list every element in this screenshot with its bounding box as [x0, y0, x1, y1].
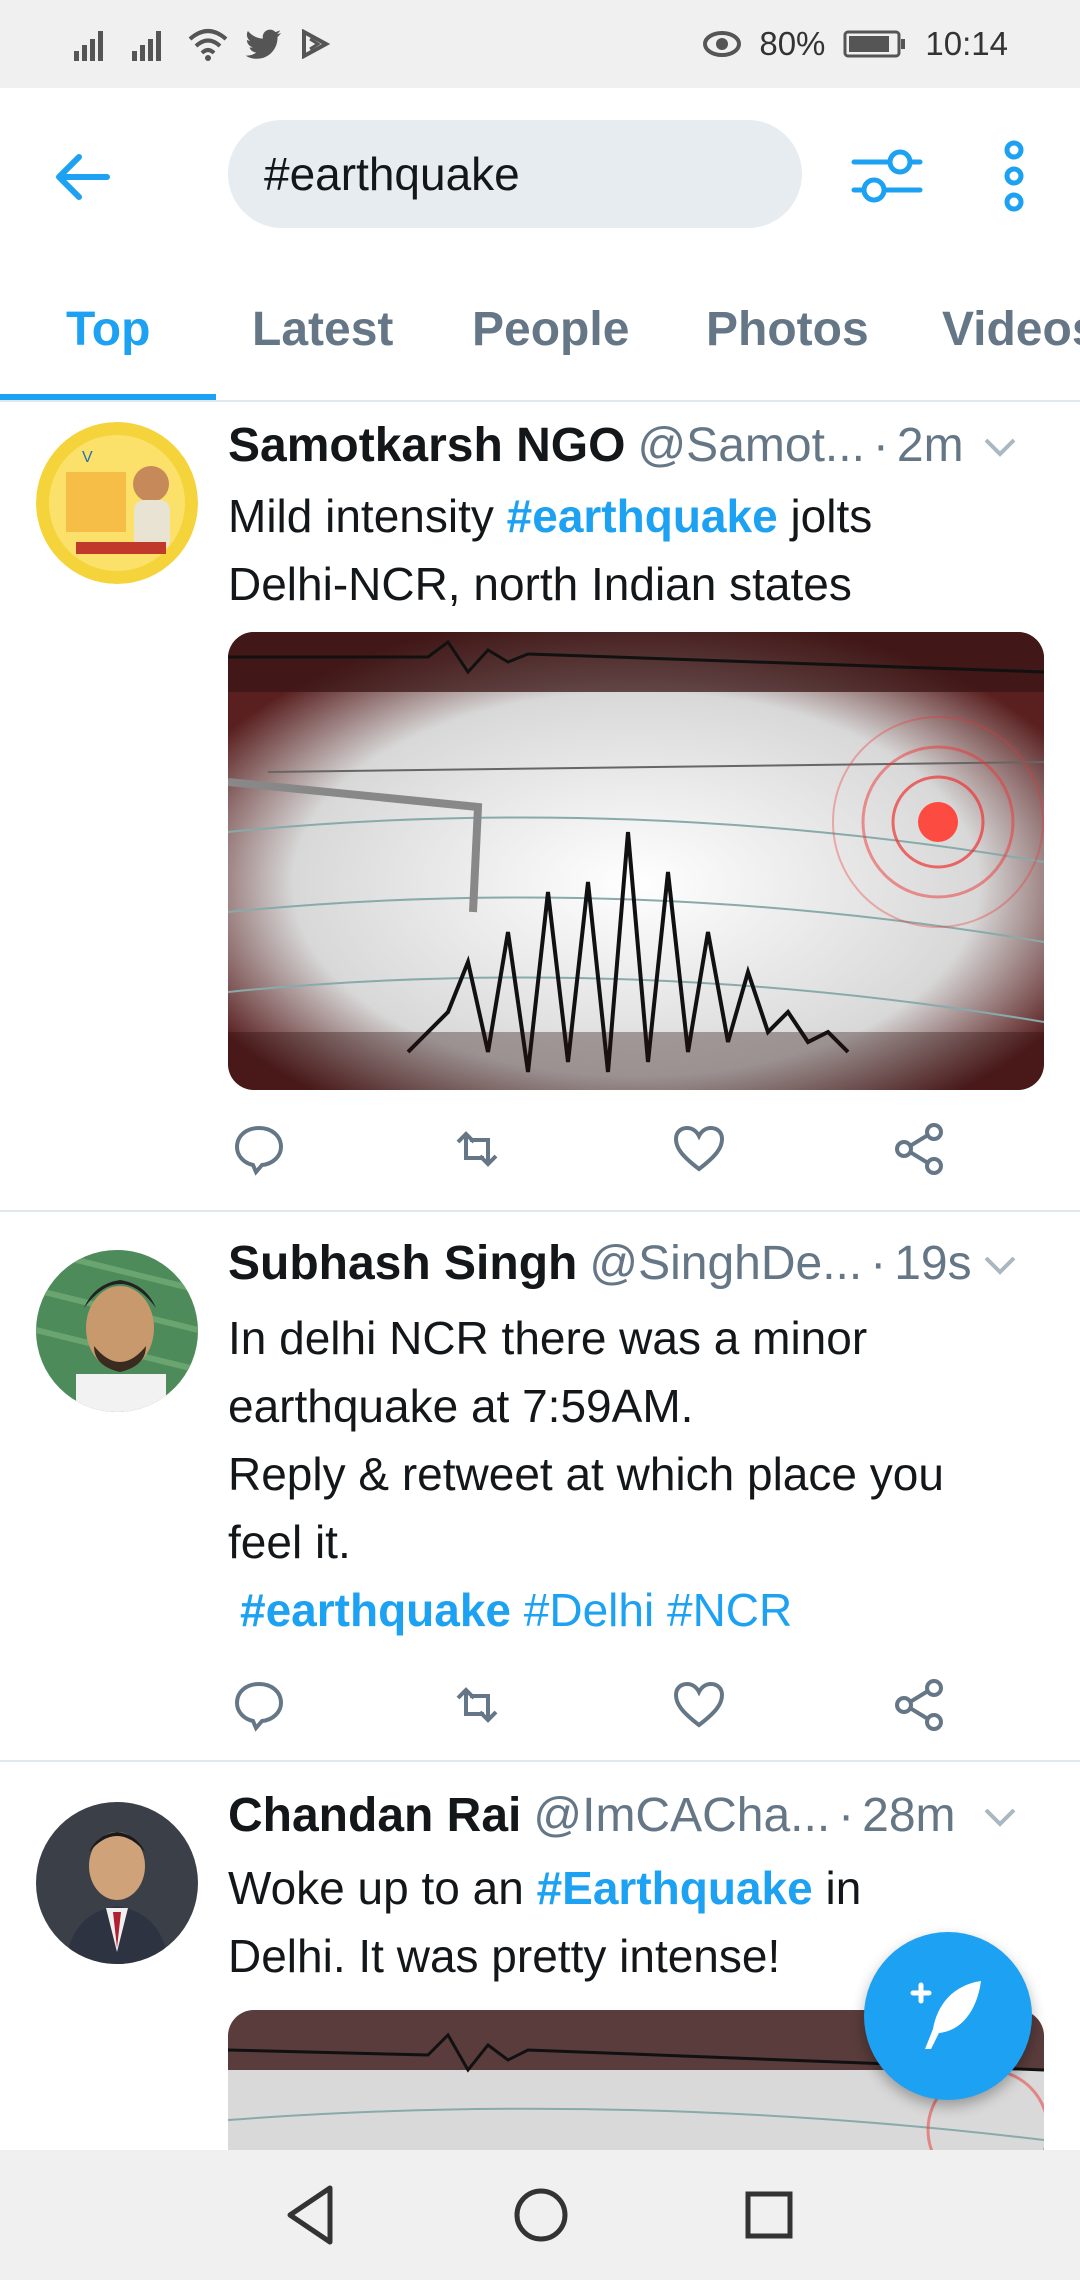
tweet-card[interactable]: Subhash Singh @SinghDe... · 19s In delhi…: [0, 1212, 1080, 1762]
status-right: 80% 10:14: [703, 25, 1008, 63]
tab-videos[interactable]: Videos: [942, 302, 1080, 357]
chevron-down-icon[interactable]: [980, 1250, 1020, 1280]
author-name[interactable]: Samotkarsh NGO: [228, 418, 625, 473]
tweet-time: 2m: [896, 419, 964, 472]
back-arrow-icon: [56, 154, 110, 200]
nav-home-icon[interactable]: [506, 2180, 576, 2250]
seismograph-image: [228, 632, 1044, 1090]
text-line: Reply & retweet at which place you: [228, 1448, 944, 1500]
retweet-icon[interactable]: [450, 1122, 504, 1176]
author-name[interactable]: Subhash Singh: [228, 1236, 577, 1291]
share-icon[interactable]: [892, 1122, 946, 1176]
tweet-time: 28m: [862, 1789, 956, 1842]
tab-photos[interactable]: Photos: [706, 302, 869, 357]
eye-icon: [703, 30, 742, 58]
battery-icon: [843, 29, 907, 59]
tweet-header: Subhash Singh @SinghDe... · 19s: [228, 1236, 1020, 1296]
hashtag-line: #earthquake #Delhi #NCR: [228, 1576, 1020, 1644]
more-options-button[interactable]: [990, 138, 1038, 214]
svg-text:V: V: [82, 449, 93, 466]
back-button[interactable]: [48, 142, 118, 212]
avatar[interactable]: [36, 1802, 198, 1964]
like-icon[interactable]: [672, 1678, 726, 1732]
compose-tweet-button[interactable]: [864, 1932, 1032, 2100]
system-nav-bar: [0, 2150, 1080, 2280]
like-icon[interactable]: [672, 1122, 726, 1176]
tweet-actions: [228, 1122, 988, 1182]
nav-recents-icon[interactable]: [734, 2180, 804, 2250]
text-line: feel it.: [228, 1516, 351, 1568]
hashtag-link[interactable]: #earthquake: [507, 490, 778, 542]
hashtag-link[interactable]: #Delhi: [524, 1584, 654, 1636]
filter-button[interactable]: [850, 142, 924, 210]
search-tabs: Top Latest People Photos Videos: [0, 262, 1080, 402]
nav-back-icon[interactable]: [276, 2180, 346, 2250]
battery-percent: 80%: [759, 25, 826, 62]
tweet-text: In delhi NCR there was a minor earthquak…: [228, 1304, 1020, 1644]
avatar-image: [36, 1250, 198, 1412]
tab-top[interactable]: Top: [66, 302, 150, 357]
filter-icon: [851, 149, 923, 203]
reply-icon[interactable]: [232, 1122, 286, 1176]
author-handle: @SinghDe...: [589, 1237, 863, 1290]
separator-dot: ·: [838, 1789, 855, 1842]
avatar[interactable]: V: [36, 422, 198, 584]
status-bar: 80% 10:14: [0, 0, 1080, 88]
tab-latest[interactable]: Latest: [252, 302, 393, 357]
tab-people[interactable]: People: [472, 302, 629, 357]
hashtag-link[interactable]: #Earthquake: [537, 1862, 813, 1914]
tweet-header: Samotkarsh NGO @Samot... · 2m: [228, 418, 1020, 478]
hashtag-link[interactable]: #NCR: [667, 1584, 792, 1636]
author-name[interactable]: Chandan Rai: [228, 1788, 521, 1843]
active-tab-indicator: [0, 394, 216, 400]
tweet-text: Mild intensity #earthquake jolts Delhi-N…: [228, 482, 1020, 618]
wifi-icon: [188, 27, 228, 61]
chevron-down-icon[interactable]: [980, 432, 1020, 462]
clock: 10:14: [925, 25, 1008, 62]
share-icon[interactable]: [892, 1678, 946, 1732]
text-line: earthquake at 7:59AM.: [228, 1380, 694, 1432]
separator-dot: ·: [870, 1237, 887, 1290]
search-input[interactable]: #earthquake: [228, 120, 802, 228]
tweet-card[interactable]: V Samotkarsh NGO @Samot... · 2m Mild int…: [0, 404, 1080, 1212]
tweet-actions: [228, 1678, 988, 1738]
retweet-icon[interactable]: [450, 1678, 504, 1732]
tweet-header: Chandan Rai @ImCACha... · 28m: [228, 1788, 1020, 1848]
text-segment: in: [812, 1862, 862, 1914]
compose-feather-icon: [910, 1981, 981, 2049]
avatar[interactable]: [36, 1250, 198, 1412]
text-segment: Woke up to an: [228, 1862, 537, 1914]
reply-icon[interactable]: [232, 1678, 286, 1732]
signal-icon: [72, 27, 112, 61]
signal-icon-2: [130, 27, 170, 61]
author-handle: @Samot...: [637, 419, 865, 472]
twitter-icon: [246, 29, 282, 59]
author-handle: @ImCACha...: [533, 1789, 831, 1842]
search-query: #earthquake: [264, 148, 520, 200]
text-line: In delhi NCR there was a minor: [228, 1312, 868, 1364]
more-vertical-icon: [1004, 140, 1024, 212]
avatar-image: V: [36, 422, 198, 584]
text-segment: jolts: [777, 490, 873, 542]
hashtag-link[interactable]: #earthquake: [240, 1584, 511, 1636]
chevron-down-icon[interactable]: [980, 1802, 1020, 1832]
separator-dot: ·: [872, 419, 889, 472]
avatar-image: [36, 1802, 198, 1964]
status-left: [72, 27, 330, 61]
tweet-time: 19s: [894, 1237, 972, 1290]
search-header: #earthquake: [0, 88, 1080, 262]
tweet-media[interactable]: [228, 632, 1044, 1090]
text-line: Delhi-NCR, north Indian states: [228, 558, 852, 610]
text-segment: Mild intensity: [228, 490, 507, 542]
play-icon: [300, 29, 330, 59]
